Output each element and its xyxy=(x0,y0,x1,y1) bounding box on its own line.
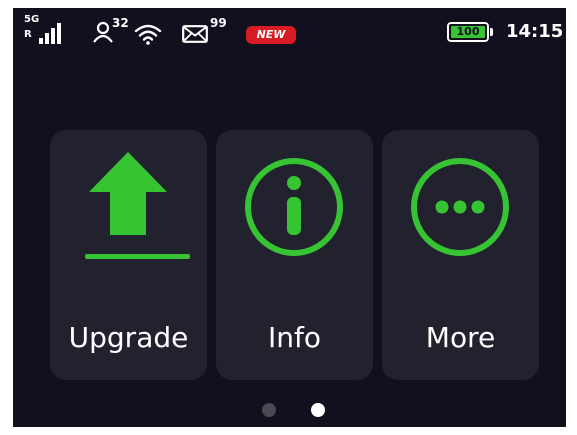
mail-icon xyxy=(182,25,208,47)
page-indicator-dot-1[interactable] xyxy=(262,403,276,417)
page-indicator-dot-2-active[interactable] xyxy=(311,403,325,417)
info-icon xyxy=(216,130,373,324)
upgrade-label: Upgrade xyxy=(68,321,189,354)
more-label: More xyxy=(425,321,496,354)
more-icon xyxy=(382,130,539,324)
user-icon xyxy=(93,21,113,47)
network-type-label: 5G xyxy=(24,14,40,25)
connected-users-count: 32 xyxy=(112,16,129,30)
upgrade-tile[interactable]: Upgrade xyxy=(50,130,207,380)
clock: 14:15 xyxy=(506,21,564,42)
status-bar: 5G R 32 99 NEW 100 14:15 xyxy=(13,8,566,56)
info-label: Info xyxy=(268,321,321,354)
upload-icon xyxy=(50,130,207,324)
wifi-icon xyxy=(134,23,162,49)
roaming-indicator: R xyxy=(24,29,32,40)
signal-strength-icon xyxy=(39,22,69,48)
more-tile[interactable]: More xyxy=(382,130,539,380)
device-screen: 5G R 32 99 NEW 100 14:15 Upgrade Info Mo… xyxy=(13,8,566,427)
info-tile[interactable]: Info xyxy=(216,130,373,380)
new-badge: NEW xyxy=(246,26,296,44)
battery-terminal xyxy=(490,28,493,36)
battery-level: 100 xyxy=(451,26,485,38)
unread-messages-count: 99 xyxy=(210,16,227,30)
battery-icon: 100 xyxy=(447,22,489,42)
